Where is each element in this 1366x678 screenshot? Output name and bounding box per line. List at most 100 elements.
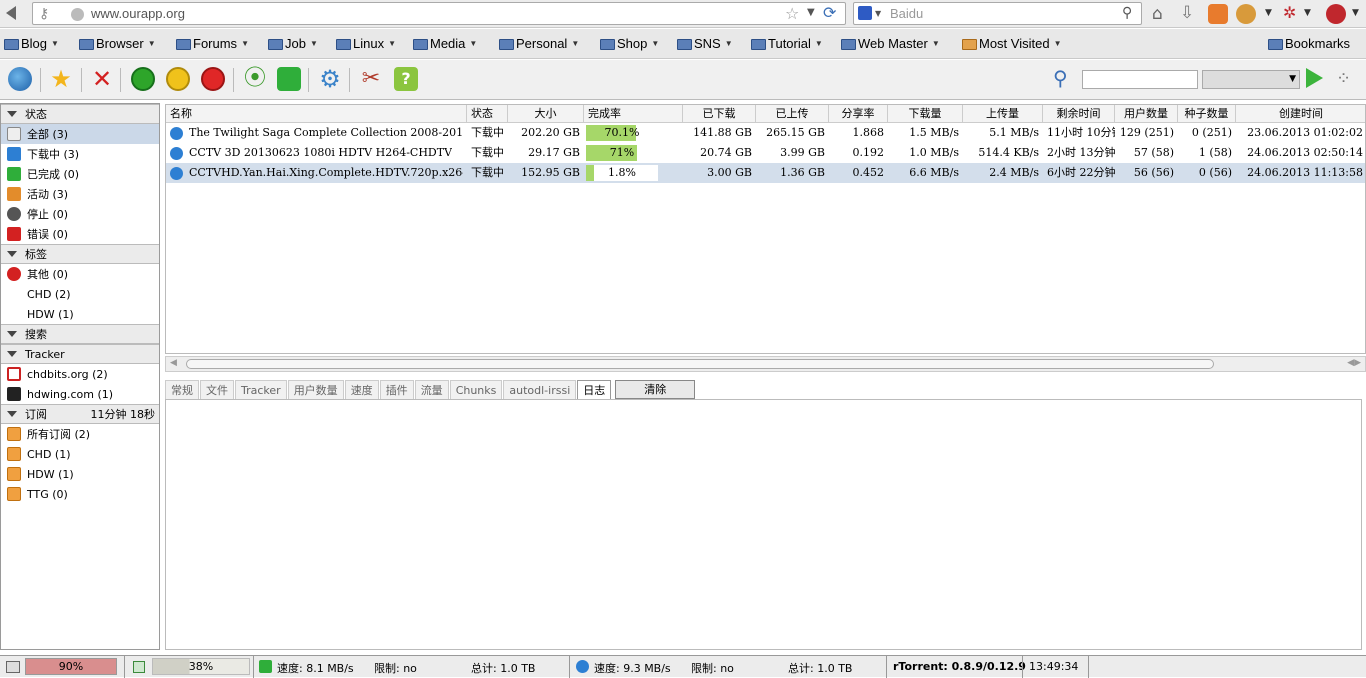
column-header[interactable]: 分享率 [829, 105, 888, 122]
filter-select[interactable]: ▼ [1202, 70, 1300, 89]
sidebar-item[interactable]: CHD (1) [1, 444, 159, 464]
addon-chevron-icon[interactable]: ▼ [1265, 8, 1272, 18]
sidebar-item[interactable]: 错误 (0) [1, 224, 159, 244]
filter-search-icon[interactable]: ⚲ [1053, 66, 1068, 90]
sidebar-item[interactable]: hdwing.com (1) [1, 384, 159, 404]
settings-gear-icon[interactable]: ⚙ [318, 67, 342, 91]
section-rss[interactable]: 订阅 11分钟 18秒 [1, 404, 159, 424]
collapse-triangle-icon[interactable] [7, 111, 17, 117]
table-row[interactable]: CCTV 3D 20130623 1080i HDTV H264-CHDTV 下载… [166, 143, 1365, 163]
remove-icon[interactable]: ✕ [90, 67, 114, 91]
column-header[interactable]: 创建时间 [1236, 105, 1365, 122]
tools-icon[interactable]: ✂ [359, 67, 383, 91]
addon-red-chevron-icon[interactable]: ▼ [1304, 8, 1311, 18]
section-labels[interactable]: 标签 [1, 244, 159, 264]
bookmark-folder[interactable]: Tutorial ▼ [751, 36, 823, 51]
section-tracker[interactable]: Tracker [1, 344, 159, 364]
url-text[interactable]: www.ourapp.org [91, 6, 185, 21]
section-search[interactable]: 搜索 [1, 324, 159, 344]
tab[interactable]: 流量 [414, 380, 449, 400]
bookmark-folder[interactable]: Forums ▼ [176, 36, 249, 51]
bookmark-folder[interactable]: Web Master ▼ [841, 36, 940, 51]
section-status[interactable]: 状态 [1, 104, 159, 124]
help-icon[interactable]: ? [394, 67, 418, 91]
ul-limit[interactable]: 限制: no [374, 660, 417, 676]
bookmarks-menu[interactable]: Bookmarks [1268, 36, 1350, 51]
bookmark-star-icon[interactable]: ☆ [785, 4, 799, 23]
sidebar-item[interactable]: TTG (0) [1, 484, 159, 504]
dropdown-chevron-icon[interactable]: ▼ [807, 7, 815, 18]
tab[interactable]: 文件 [200, 380, 234, 400]
sidebar-item[interactable]: 停止 (0) [1, 204, 159, 224]
search-magnifier-icon[interactable]: ⚲ [1122, 5, 1132, 21]
identity-icon[interactable]: ⚷ [39, 6, 49, 22]
go-play-icon[interactable] [1306, 68, 1323, 88]
pause-icon[interactable] [166, 67, 190, 91]
column-header[interactable]: 名称 [166, 105, 467, 122]
tab[interactable]: autodl-irssi [503, 380, 577, 400]
sidebar-item[interactable]: 活动 (3) [1, 184, 159, 204]
column-header[interactable]: 状态 [467, 105, 508, 122]
downloads-icon[interactable]: ⇩ [1180, 3, 1194, 23]
adblock-chevron-icon[interactable]: ▼ [1352, 8, 1359, 18]
addon-icon[interactable] [1208, 4, 1228, 24]
horizontal-scrollbar[interactable]: ◀ ◀▶ [165, 356, 1366, 372]
sidebar-item[interactable]: 其他 (0) [1, 264, 159, 284]
sidebar-item[interactable]: 已完成 (0) [1, 164, 159, 184]
sidebar-item[interactable]: HDW (1) [1, 464, 159, 484]
column-header[interactable]: 用户数量 [1115, 105, 1178, 122]
search-box[interactable]: ▼ Baidu ⚲ [853, 2, 1142, 25]
filter-input[interactable] [1082, 70, 1198, 89]
column-header[interactable]: 大小 [508, 105, 584, 122]
search-engine-chevron-icon[interactable]: ▼ [875, 9, 881, 18]
column-header[interactable]: 种子数量 [1178, 105, 1236, 122]
column-header[interactable]: 已上传 [756, 105, 829, 122]
bookmark-folder[interactable]: Linux ▼ [336, 36, 396, 51]
dl-limit[interactable]: 限制: no [691, 660, 734, 676]
addon-face-icon[interactable] [1236, 4, 1256, 24]
sidebar-item[interactable]: CHD (2) [1, 284, 159, 304]
scroll-right-icon[interactable]: ◀▶ [1347, 358, 1361, 368]
column-header[interactable]: 剩余时间 [1043, 105, 1115, 122]
sidebar-item[interactable]: HDW (1) [1, 304, 159, 324]
add-torrent-star-icon[interactable]: ★ [49, 67, 73, 91]
sidebar-item[interactable]: chdbits.org (2) [1, 364, 159, 384]
sidebar-item[interactable]: 全部 (3) [1, 124, 159, 144]
collapse-triangle-icon[interactable] [7, 251, 17, 257]
rss-icon[interactable]: ⦿ [243, 67, 267, 91]
tab[interactable]: 日志 [577, 380, 612, 400]
adblock-icon[interactable] [1326, 4, 1346, 24]
tab[interactable]: 插件 [379, 380, 414, 400]
clear-log-button[interactable]: 清除 [615, 380, 696, 399]
table-row[interactable]: The Twilight Saga Complete Collection 20… [166, 123, 1365, 143]
table-row[interactable]: CCTVHD.Yan.Hai.Xing.Complete.HDTV.720p.x… [166, 163, 1365, 183]
collapse-triangle-icon[interactable] [7, 351, 17, 357]
bookmark-folder[interactable]: Job ▼ [268, 36, 318, 51]
column-header[interactable]: 下载量 [888, 105, 963, 122]
sidebar-item[interactable]: 下载中 (3) [1, 144, 159, 164]
collapse-triangle-icon[interactable] [7, 331, 17, 337]
reload-icon[interactable]: ⟳ [823, 3, 836, 22]
baidu-icon[interactable] [858, 6, 872, 20]
column-header[interactable]: 已下载 [683, 105, 756, 122]
tab[interactable]: 常规 [165, 380, 199, 400]
bookmark-folder[interactable]: Shop ▼ [600, 36, 659, 51]
most-visited-menu[interactable]: Most Visited ▼ [962, 36, 1062, 51]
download-icon[interactable] [277, 67, 301, 91]
scroll-left-icon[interactable]: ◀ [170, 358, 177, 368]
tab[interactable]: Chunks [449, 380, 503, 400]
addon-red-icon[interactable]: ✲ [1283, 3, 1296, 22]
bookmark-folder[interactable]: Media ▼ [413, 36, 477, 51]
home-icon[interactable]: ⌂ [1152, 4, 1163, 24]
column-header[interactable]: 上传量 [963, 105, 1043, 122]
url-bar[interactable]: ⚷ www.ourapp.org ☆ ▼ ⟳ [32, 2, 846, 25]
bookmark-folder[interactable]: Browser ▼ [79, 36, 156, 51]
scroll-thumb[interactable] [186, 359, 1214, 369]
search-input[interactable]: Baidu [890, 6, 923, 21]
bookmark-folder[interactable]: Blog ▼ [4, 36, 59, 51]
start-icon[interactable] [131, 67, 155, 91]
bookmark-folder[interactable]: Personal ▼ [499, 36, 579, 51]
tab[interactable]: 速度 [344, 380, 379, 400]
bookmark-folder[interactable]: SNS ▼ [677, 36, 733, 51]
column-header[interactable]: 完成率 [584, 105, 683, 122]
